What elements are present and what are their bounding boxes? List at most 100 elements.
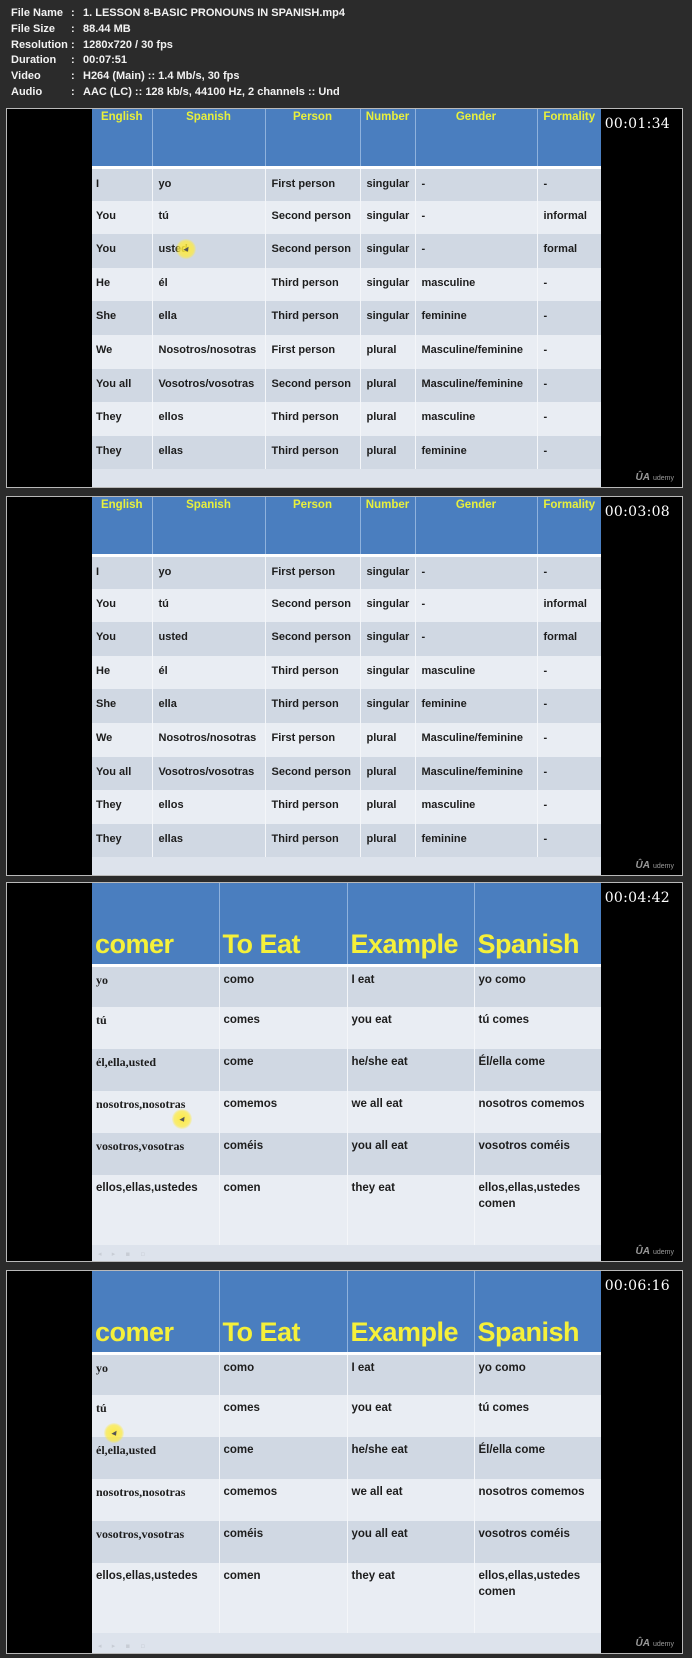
slide-controls: ◂ ▸ ▪ ▫	[98, 1642, 150, 1650]
file-info-row: File Name:1. LESSON 8-BASIC PRONOUNS IN …	[11, 6, 345, 22]
duration-value: 00:07:51	[83, 54, 128, 67]
table-cell: He	[92, 267, 152, 302]
table-cell: nosotros comemos	[473, 1479, 601, 1521]
table-cell: coméis	[218, 1133, 347, 1175]
table-cell: -	[414, 234, 537, 268]
column-header: English	[92, 497, 152, 557]
table-row: You all Vosotros/vosotras Second person plu…	[92, 368, 601, 403]
table-row: tú comes you eat tú comes	[92, 1395, 601, 1437]
table-cell: plural	[359, 368, 415, 403]
table-cell: singular	[359, 234, 415, 268]
table-cell: singular	[359, 655, 415, 690]
udemy-watermark-icon: ÛA udemy	[635, 1246, 674, 1257]
table-cell: We	[92, 334, 152, 369]
column-header: Gender	[414, 109, 537, 169]
table-cell: singular	[359, 689, 415, 723]
table-row: yo como I eat yo como	[92, 1353, 601, 1395]
frame-timestamp: 00:01:34	[604, 116, 670, 132]
table-cell: informal	[536, 588, 601, 623]
duration-label: Duration	[11, 54, 57, 67]
table-cell: Third person	[264, 823, 360, 858]
table-cell: Third person	[264, 267, 360, 302]
column-header: Spanish	[151, 109, 265, 169]
video-frame-3: comer To Eat Example Spanish yo como I eat yo c…	[6, 882, 683, 1262]
table-cell: First person	[264, 167, 360, 201]
table-cell: como	[218, 1353, 347, 1395]
column-header: Number	[359, 497, 415, 557]
column-header: Gender	[414, 497, 537, 557]
table-cell: formal	[536, 622, 601, 656]
column-header: comer	[92, 883, 219, 967]
table-cell: nosotros,nosotras	[92, 1479, 219, 1521]
table-cell: nosotros comemos	[473, 1091, 601, 1133]
table-cell: él,ella,usted	[92, 1437, 219, 1479]
table-row: He él Third person singular masculine -	[92, 655, 601, 690]
cursor-highlight-icon	[104, 1423, 124, 1443]
column-header: Formality	[536, 109, 601, 169]
file-info-row: Duration:00:07:51	[11, 53, 345, 69]
table-cell: ellos	[151, 402, 265, 436]
table-cell: ellos,ellas,ustedes comen	[473, 1563, 601, 1633]
table-cell: -	[536, 655, 601, 690]
column-header: Person	[264, 497, 360, 557]
table-row: You tú Second person singular - informal	[92, 200, 601, 235]
table-row: él,ella,usted come he/she eat Él/ella come	[92, 1049, 601, 1091]
table-row: Iyo First person singular - -	[92, 555, 601, 589]
table-cell: -	[536, 756, 601, 791]
table-cell: -	[536, 435, 601, 470]
table-header-row: English Spanish Person Number Gender Formalit…	[92, 109, 601, 169]
table-cell: I eat	[346, 1353, 474, 1395]
table-cell: Masculine/feminine	[414, 722, 537, 757]
table-cell: Second person	[264, 756, 360, 791]
table-cell: he/she eat	[346, 1437, 474, 1479]
table-cell: She	[92, 689, 152, 723]
table-cell: Third person	[264, 790, 360, 824]
table-cell: yo como	[473, 1353, 601, 1395]
file-info-row: Video: H264 (Main) :: 1.4 Mb/s, 30 fps	[11, 69, 345, 85]
table-cell: -	[414, 555, 537, 589]
table-cell: I eat	[346, 965, 474, 1007]
video-frame-1: English Spanish Person Number Gender Formalit…	[6, 108, 683, 488]
table-cell: ellas	[151, 823, 265, 858]
table-cell: masculine	[414, 790, 537, 824]
table-cell: tú	[92, 1007, 219, 1049]
table-cell: you eat	[346, 1395, 474, 1437]
table-cell: tú comes	[473, 1007, 601, 1049]
video-label: Video	[11, 70, 41, 83]
table-cell: feminine	[414, 689, 537, 723]
table-cell: coméis	[218, 1521, 347, 1563]
table-cell: Second person	[264, 622, 360, 656]
table-cell: -	[414, 167, 537, 201]
table-cell: First person	[264, 722, 360, 757]
file-name-label: File Name	[11, 7, 63, 19]
table-cell: Masculine/feminine	[414, 334, 537, 369]
udemy-watermark-icon: ÛA udemy	[635, 1638, 674, 1649]
table-row: We Nosotros/nosotras First person plural Mas…	[92, 334, 601, 369]
table-cell: plural	[359, 823, 415, 858]
audio-label: Audio	[11, 85, 43, 98]
table-cell: -	[536, 823, 601, 858]
table-cell: vosotros coméis	[473, 1133, 601, 1175]
table-cell: vosotros,vosotras	[92, 1521, 219, 1563]
table-cell: ella	[151, 689, 265, 723]
table-cell: Third person	[264, 655, 360, 690]
table-cell: Nosotros/nosotras	[151, 334, 265, 369]
table-cell: I	[92, 555, 152, 589]
column-header: comer	[92, 1271, 219, 1355]
table-row: They ellas Third person plural feminine -	[92, 823, 601, 858]
audio-value: AAC (LC) :: 128 kb/s, 44100 Hz, 2 channe…	[83, 85, 340, 98]
table-row: She ella Third person singular feminine -	[92, 689, 601, 723]
table-cell: -	[414, 588, 537, 623]
table-row: They ellos Third person plural masculine -	[92, 402, 601, 436]
table-row: We Nosotros/nosotras First person plural Mas…	[92, 722, 601, 757]
table-cell: -	[414, 200, 537, 235]
slide-pronouns: English Spanish Person Number Gender Formalit…	[92, 109, 601, 487]
table-cell: plural	[359, 790, 415, 824]
table-cell: You	[92, 588, 152, 623]
table-cell: singular	[359, 555, 415, 589]
table-cell: Second person	[264, 368, 360, 403]
table-cell: vosotros coméis	[473, 1521, 601, 1563]
table-cell: comemos	[218, 1479, 347, 1521]
table-cell: él,ella,usted	[92, 1049, 219, 1091]
table-cell: -	[536, 301, 601, 335]
